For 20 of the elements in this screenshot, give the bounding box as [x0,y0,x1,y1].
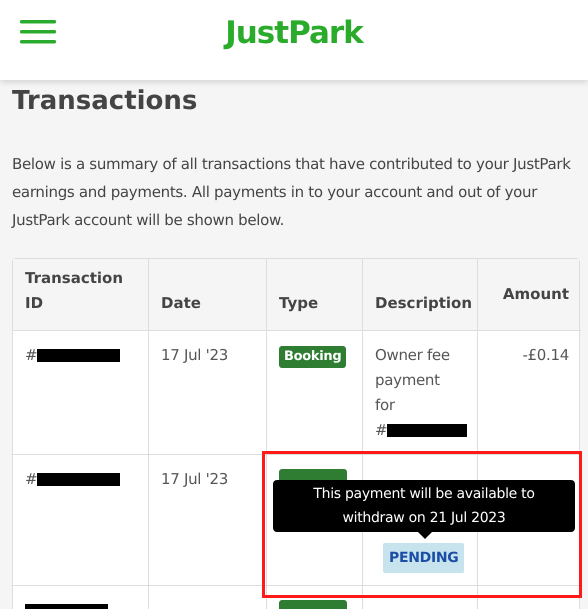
description-text: Owner fee payment for [375,345,451,416]
transaction-id: # [25,346,38,364]
column-header: Date [161,293,201,314]
date-text: 17 Jul '23 [161,470,228,488]
transaction-id: # [25,470,38,488]
type-badge: Booking [279,346,346,368]
status-badge: PENDING [383,543,464,573]
reference-text: # [375,421,388,439]
tooltip: This payment will be available to withdraw on 21 Jul 2023 [273,480,575,532]
logo[interactable]: JustPark [225,15,363,51]
amount-text: -£0.14 [522,346,569,364]
date-text: 17 Jul '23 [161,346,228,364]
column-header: Amount [502,284,569,305]
tooltip-pointer [418,532,432,539]
menu-icon[interactable] [20,20,56,44]
page-title: Transactions [12,86,198,116]
column-header: Type [279,293,318,314]
column-header: Transaction ID [25,268,124,314]
intro-text: Below is a summary of all transactions that have contributed to your JustPark earnings and payments. All payments in to your account and out of your JustPark account will be shown below. [12,154,572,231]
column-header: Description [375,293,472,314]
